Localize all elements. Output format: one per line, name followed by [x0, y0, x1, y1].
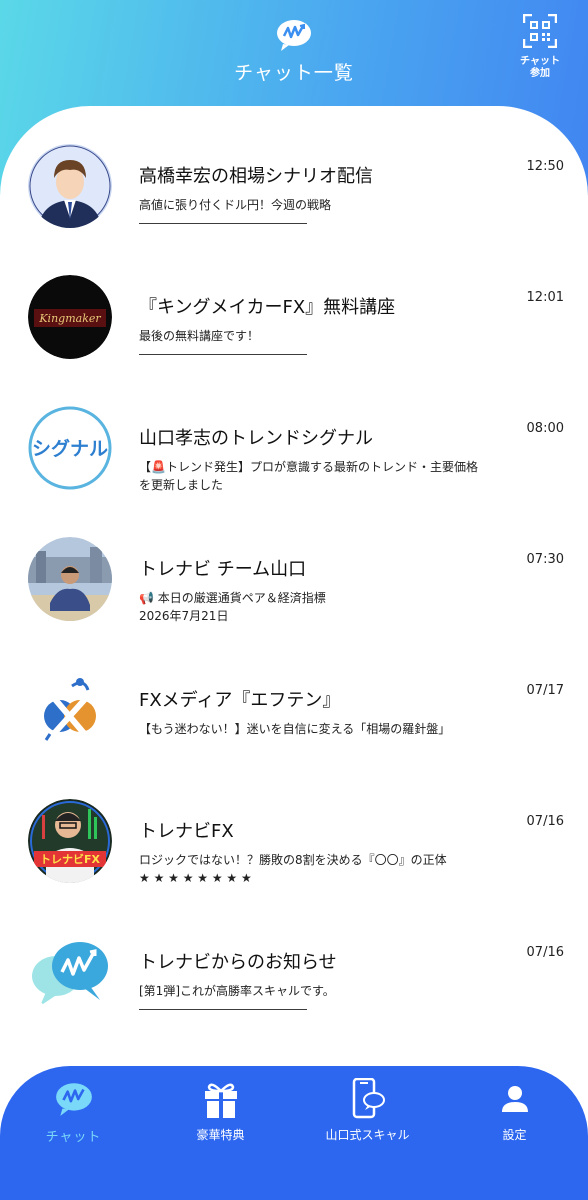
nav-label: 山口式スキャル — [325, 1128, 410, 1142]
chat-bubble-icon — [55, 1083, 92, 1116]
chat-preview: 【もう迷わない！】迷いを自信に変える「相場の羅針盤」 — [139, 722, 451, 736]
chat-preview: [第1弾]これが高勝率スキャルです。 — [139, 984, 335, 998]
phone-chat-icon — [352, 1078, 385, 1119]
chat-preview-line2: 2026年7月21日 — [139, 609, 229, 623]
chat-preview: 📢 本日の厳選通貨ペア＆経済指標 — [139, 591, 326, 605]
chat-name: FXメディア『エフテン』 — [139, 690, 341, 711]
chat-name: トレナビ チーム山口 — [139, 559, 307, 580]
svg-text:トレナビFX: トレナビFX — [40, 852, 101, 866]
qr-code-icon — [523, 14, 557, 48]
chat-row[interactable]: 高橋幸宏の相場シナリオ配信 12:50 高値に張り付くドル円！今週の戦略 ―――… — [0, 106, 588, 237]
chat-row[interactable]: トレナビ チーム山口 07:30 📢 本日の厳選通貨ペア＆経済指標 2026年7… — [0, 499, 588, 630]
nav-label: チャット — [45, 1130, 102, 1145]
chat-time: 07/16 — [526, 945, 564, 960]
chat-row[interactable]: Kingmaker 『キングメイカーFX』無料講座 12:01 最後の無料講座で… — [0, 237, 588, 368]
nav-tab-chat[interactable]: チャット — [0, 1076, 147, 1145]
torenabi-fx-logo-icon: トレナビFX — [28, 799, 112, 883]
person-photo-icon — [28, 537, 112, 621]
qr-join-label: チャット 参加 — [514, 56, 566, 80]
chat-preview: 最後の無料講座です！ — [139, 329, 260, 343]
gift-icon — [204, 1083, 237, 1118]
chat-row[interactable]: シグナル 山口孝志のトレンドシグナル 08:00 【🚨トレンド発生】プロが意識す… — [0, 368, 588, 499]
chat-time: 08:00 — [526, 421, 564, 436]
chat-name: 山口孝志のトレンドシグナル — [139, 428, 373, 449]
kingmaker-logo-icon: Kingmaker — [28, 275, 112, 359]
chat-name: 『キングメイカーFX』無料講座 — [139, 297, 396, 318]
page-title: チャット一覧 — [234, 62, 354, 84]
nav-tab-settings[interactable]: 設定 — [441, 1076, 588, 1143]
signal-logo-icon: シグナル — [28, 406, 112, 490]
chat-row[interactable]: トレナビFX トレナビFX 07/16 ロジックではない！？勝敗の8割を決める『… — [0, 761, 588, 892]
svg-text:シグナル: シグナル — [32, 437, 108, 460]
ften-logo-icon — [28, 668, 112, 752]
nav-tab-gift[interactable]: 豪華特典 — [147, 1076, 294, 1143]
bottom-nav: チャット 豪華特典 山口式スキャル 設定 — [0, 1066, 588, 1200]
qr-label-line2: 参加 — [530, 68, 550, 79]
chat-row[interactable]: FXメディア『エフテン』 07/17 【もう迷わない！】迷いを自信に変える「相場… — [0, 630, 588, 761]
chat-time: 07/16 — [526, 814, 564, 829]
chat-time: 12:50 — [526, 159, 564, 174]
svg-text:Kingmaker: Kingmaker — [38, 312, 101, 325]
chat-preview-line2: ★ ★ ★ ★ ★ ★ ★ ★ — [139, 871, 252, 885]
chat-preview-line2: を更新しました — [139, 478, 224, 492]
person-illustration-icon — [28, 144, 112, 228]
chat-list-panel: 高橋幸宏の相場シナリオ配信 12:50 高値に張り付くドル円！今週の戦略 ―――… — [0, 106, 588, 1200]
chat-logo-icon — [277, 20, 311, 51]
chat-row[interactable]: トレナビからのお知らせ 07/16 [第1弾]これが高勝率スキャルです。 ―――… — [0, 892, 588, 1023]
header: チャット一覧 チャット 参加 — [0, 0, 588, 110]
nav-tab-scalping[interactable]: 山口式スキャル — [294, 1076, 441, 1143]
chat-time: 07/17 — [526, 683, 564, 698]
chat-preview: 高値に張り付くドル円！今週の戦略 — [139, 198, 332, 212]
chat-preview-line2: ―――――――――――――― — [139, 216, 307, 230]
chat-time: 12:01 — [526, 290, 564, 305]
chat-time: 07:30 — [526, 552, 564, 567]
chat-preview-line2: ―――――――――――――― — [139, 1002, 307, 1016]
user-icon — [501, 1086, 528, 1112]
chat-name: 高橋幸宏の相場シナリオ配信 — [139, 166, 373, 187]
chat-preview: 【🚨トレンド発生】プロが意識する最新のトレンド・主要価格 — [139, 460, 478, 474]
chat-preview: ロジックではない！？勝敗の8割を決める『〇〇』の正体 — [139, 853, 447, 867]
qr-join-button[interactable]: チャット 参加 — [514, 14, 566, 80]
nav-label: 豪華特典 — [196, 1128, 245, 1142]
chat-preview-line2: ―――――――――――――― — [139, 347, 307, 361]
qr-label-line1: チャット — [520, 56, 560, 67]
nav-label: 設定 — [502, 1128, 527, 1142]
torenabi-chat-logo-icon — [28, 930, 112, 1014]
chat-name: トレナビからのお知らせ — [139, 952, 337, 973]
chat-name: トレナビFX — [139, 821, 234, 842]
